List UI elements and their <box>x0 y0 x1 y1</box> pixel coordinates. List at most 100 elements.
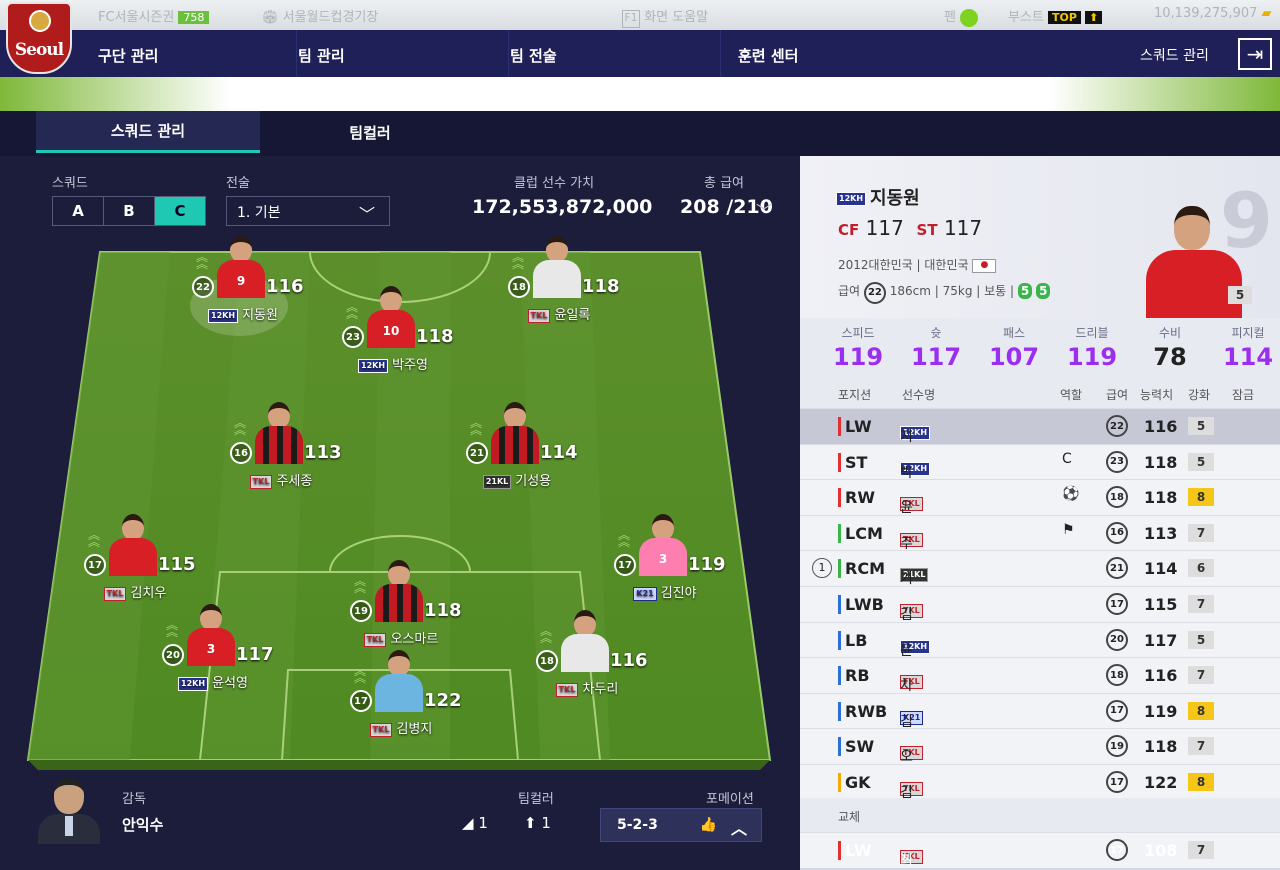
nav-club-management[interactable]: 구단 관리 <box>98 45 158 66</box>
pitch-player[interactable]: ︽ ︽ 18 118 TKL 윤일록 <box>504 232 620 332</box>
tactic-dropdown[interactable]: 1. 기본 ﹀ <box>226 196 390 226</box>
pen-status: 펜 <box>944 6 979 27</box>
thumbs-up-icon: 👍 <box>699 817 717 833</box>
pitch-player[interactable]: ︽ ︽ 18 116 TKL 차두리 <box>532 606 648 706</box>
salary-badge: 23 <box>1106 450 1128 473</box>
player-name: 김치우 <box>130 586 167 601</box>
season-badge: TKL <box>369 722 393 737</box>
tab-squad-management[interactable]: 스쿼드 관리 <box>36 111 260 153</box>
pos1-value: 117 <box>865 216 904 240</box>
team-color-flag[interactable]: ◢ 1 <box>462 814 488 832</box>
table-row[interactable]: LW 12KH지동원 22 116 5 <box>800 408 1280 485</box>
sub-tabs: 스쿼드 관리 팀컬러 <box>0 111 1280 156</box>
form-up-icon: ︽ ︽ <box>88 528 101 549</box>
row-position: RWB <box>838 701 887 721</box>
col-salary: 급여 <box>1106 388 1129 402</box>
boost-status[interactable]: 부스트 TOP ⬆ <box>1008 6 1103 25</box>
table-row[interactable]: ST 12KH박주영 C 23 118 5 <box>800 443 1280 521</box>
pitch-player[interactable]: 3 ︽ ︽ 20 117 12KH 윤석영 <box>158 600 274 700</box>
form-up-icon: ︽ ︽ <box>470 416 483 437</box>
pitch-player[interactable]: 3 ︽ ︽ 17 119 K21 김진야 <box>610 510 726 610</box>
player-kit <box>375 584 423 622</box>
pitch-player[interactable]: ︽ ︽ 19 118 TKL 오스마르 <box>346 556 462 656</box>
coach-name[interactable]: 안익수 <box>122 814 163 835</box>
exit-button[interactable]: ⇥ <box>1238 38 1272 70</box>
player-label: 12KH 윤석영 <box>158 672 268 691</box>
role-icon[interactable]: C <box>1062 451 1072 467</box>
table-row[interactable]: LW TKL최태욱 17 108 7 <box>800 832 1280 869</box>
nav-training-center[interactable]: 훈련 센터 <box>738 45 798 66</box>
col-enhance: 강화 <box>1188 388 1211 402</box>
salary-label: 급여 <box>838 284 861 298</box>
player-stats: 스피드 119 슛 117 패스 107 드리블 119 수비 78 피지컬 114 <box>800 318 1280 382</box>
enhance-badge: 5 <box>1188 417 1214 435</box>
team-color-boost[interactable]: ⬆ 1 <box>524 814 551 832</box>
pos2-value: 117 <box>943 216 983 240</box>
season-ticket-count: 758 <box>178 11 210 24</box>
row-position: RB <box>838 666 870 686</box>
pitch-player[interactable]: 10 ︽ ︽ 23 118 12KH 박주영 <box>338 282 454 382</box>
stadium-banner <box>0 77 1280 111</box>
table-row[interactable]: RW TKL윤일록 ⚽ 18 118 8 <box>800 479 1280 556</box>
row-position: RW <box>838 488 875 508</box>
pitch-player[interactable]: ︽ ︽ 16 113 TKL 주세종 <box>226 398 342 498</box>
table-row[interactable]: 1 RCM 21KL기성용 21 114 6 <box>800 550 1280 627</box>
player-photo: 9 <box>213 232 269 298</box>
stat-2: 패스 107 <box>974 324 1054 371</box>
table-row[interactable]: LB 12KH윤석영 20 117 5 <box>800 621 1280 699</box>
player-head <box>122 514 144 540</box>
row-position: GK <box>838 773 871 792</box>
salary-badge: 20 <box>1106 628 1128 651</box>
player-rating: 118 <box>424 600 462 621</box>
form-up-icon: ︽ ︽ <box>354 574 367 595</box>
stat-value: 78 <box>1153 343 1187 371</box>
squad-c-button[interactable]: C <box>155 197 205 225</box>
player-label: 21KL 기성용 <box>462 470 572 489</box>
nav-team-tactics[interactable]: 팀 전술 <box>510 45 557 66</box>
table-row[interactable]: SW TKL오스마르 19 118 7 <box>800 728 1280 825</box>
table-row[interactable]: LCM TKL주세종 ⚑ 16 113 7 <box>800 514 1280 592</box>
pitch-player[interactable]: 9 ︽ ︽ 22 116 12KH 지동원 <box>188 232 304 332</box>
squad-label: 스쿼드 <box>52 176 88 191</box>
nav-team-management[interactable]: 팀 관리 <box>298 45 345 66</box>
season-badge: 12KH <box>836 192 867 206</box>
role-icon[interactable]: ⚑ <box>1062 522 1075 538</box>
row-rating: 118 <box>1144 737 1178 757</box>
team-color-flag-count: 1 <box>478 814 488 832</box>
team-color-boost-count: 1 <box>541 814 551 832</box>
coach-photo <box>34 776 104 844</box>
squad-b-button[interactable]: B <box>104 197 155 225</box>
tab-team-color[interactable]: 팀컬러 <box>260 111 480 153</box>
money-display: 10,139,275,907 ▰ <box>1154 6 1272 21</box>
row-position: LWB <box>838 595 884 614</box>
table-row[interactable]: RB TKL차두리 18 116 7 <box>800 657 1280 734</box>
season-badge: 12KH <box>358 358 389 373</box>
player-head <box>200 604 222 630</box>
role-icon[interactable]: ⚽ <box>1062 486 1079 502</box>
row-position: LCM <box>838 523 883 543</box>
pitch-player[interactable]: ︽ ︽ 17 122 TKL 김병지 <box>346 646 462 746</box>
stat-5: 피지컬 114 <box>1208 324 1280 371</box>
stat-1: 슛 117 <box>896 324 976 371</box>
chevron-down-icon[interactable]: ﹀ <box>756 198 772 222</box>
enhance-badge: 5 <box>1188 630 1214 649</box>
player-kit <box>561 634 609 672</box>
pitch-player[interactable]: ︽ ︽ 21 114 21KL 기성용 <box>462 398 578 498</box>
table-row[interactable]: LWB TKL김치우 17 115 7 <box>800 586 1280 663</box>
stadium-name[interactable]: 🏟 서울월드컵경기장 <box>262 6 378 25</box>
pitch-player[interactable]: ︽ ︽ 17 115 TKL 김치우 <box>80 510 196 610</box>
player-name: 지동원 <box>242 308 278 323</box>
squad-a-button[interactable]: A <box>53 197 104 225</box>
table-row[interactable]: RWB K21김진야 17 119 8 <box>800 692 1280 770</box>
club-logo[interactable]: Seoul <box>6 2 72 74</box>
season-badge: K21 <box>633 586 657 601</box>
salary-badge: 17 <box>1106 699 1128 722</box>
coin-icon: ▰ <box>1261 6 1272 21</box>
formation-button[interactable]: 5-2-3 👍 ︿ <box>600 808 762 842</box>
player-label: 12KH 박주영 <box>338 354 448 373</box>
help-button[interactable]: F1 화면 도움말 <box>622 6 708 28</box>
help-icon: F1 <box>622 10 640 28</box>
table-row[interactable]: GK TKL김병지 17 122 8 <box>800 764 1280 841</box>
form-up-icon: ︽ ︽ <box>618 528 631 549</box>
formation-value: 5-2-3 <box>617 817 658 833</box>
